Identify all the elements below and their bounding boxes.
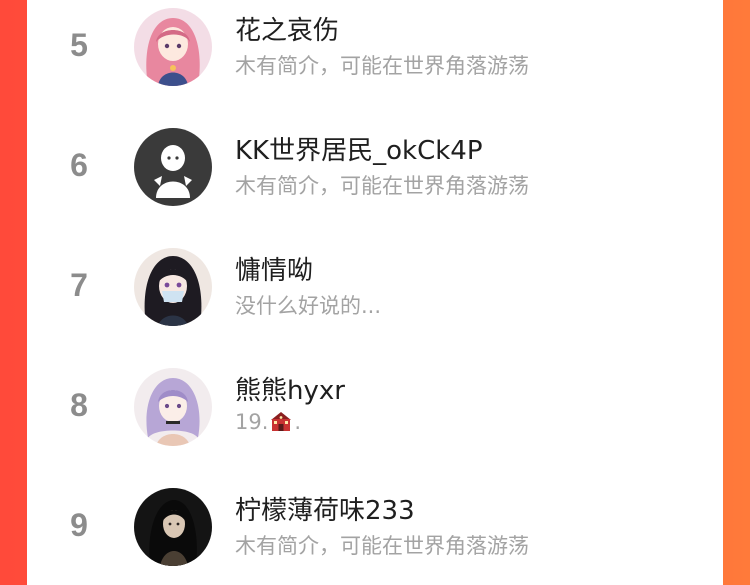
list-item[interactable]: 8 熊熊hyxr 19.. bbox=[27, 360, 723, 480]
bio-suffix: . bbox=[294, 410, 302, 434]
user-name[interactable]: KK世界居民_okCk4P bbox=[235, 130, 483, 167]
ranking-list-card: 5 花之哀伤 木有简介，可能在世界角落游荡 6 KK世界居民_okCk4P 木有… bbox=[27, 0, 723, 585]
user-bio: 19.. bbox=[235, 410, 301, 434]
list-item[interactable]: 5 花之哀伤 木有简介，可能在世界角落游荡 bbox=[27, 0, 723, 120]
rank-number: 8 bbox=[70, 387, 88, 423]
user-bio: 木有简介，可能在世界角落游荡 bbox=[235, 174, 529, 198]
user-bio: 木有简介，可能在世界角落游荡 bbox=[235, 534, 529, 558]
anime-girl-purple-hair-avatar bbox=[134, 368, 212, 446]
rank-number: 7 bbox=[70, 267, 88, 303]
avatar[interactable] bbox=[134, 248, 212, 326]
school-emoji-icon bbox=[271, 412, 292, 431]
bio-prefix: 19. bbox=[235, 410, 269, 434]
list-item[interactable]: 7 慵情呦 没什么好说的... bbox=[27, 240, 723, 360]
avatar[interactable] bbox=[134, 128, 212, 206]
list-item[interactable]: 9 柠檬薄荷味233 木有简介，可能在世界角落游荡 bbox=[27, 480, 723, 585]
user-name[interactable]: 柠檬薄荷味233 bbox=[235, 490, 415, 527]
avatar[interactable] bbox=[134, 488, 212, 566]
default-ghost-avatar bbox=[134, 128, 212, 206]
anime-girl-pink-hair-avatar bbox=[134, 8, 212, 86]
list-item[interactable]: 6 KK世界居民_okCk4P 木有简介，可能在世界角落游荡 bbox=[27, 120, 723, 240]
user-name[interactable]: 慵情呦 bbox=[235, 250, 313, 287]
user-name[interactable]: 花之哀伤 bbox=[235, 10, 339, 47]
user-bio: 木有简介，可能在世界角落游荡 bbox=[235, 54, 529, 78]
rank-number: 6 bbox=[70, 147, 88, 183]
avatar[interactable] bbox=[134, 368, 212, 446]
anime-girl-mask-avatar bbox=[134, 248, 212, 326]
dark-photo-girl-avatar bbox=[134, 488, 212, 566]
user-bio: 没什么好说的... bbox=[235, 294, 382, 318]
avatar[interactable] bbox=[134, 8, 212, 86]
user-name[interactable]: 熊熊hyxr bbox=[235, 370, 345, 407]
rank-number: 9 bbox=[70, 507, 88, 543]
rank-number: 5 bbox=[70, 27, 88, 63]
